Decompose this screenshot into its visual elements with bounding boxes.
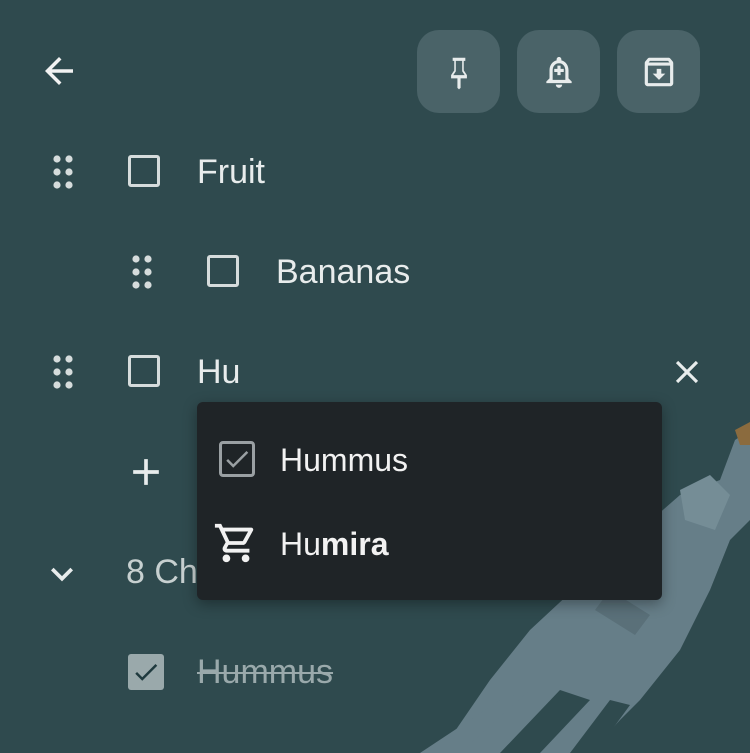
suggestion-rest: mira: [320, 526, 389, 562]
list-item-label[interactable]: Bananas: [276, 252, 410, 292]
add-reminder-bell-icon: [545, 56, 572, 88]
checkbox-checked-icon: [219, 441, 255, 477]
close-icon[interactable]: [668, 353, 706, 391]
check-icon: [135, 663, 158, 681]
suggestion-item[interactable]: Humira: [197, 502, 662, 582]
checked-item-label[interactable]: Hummus: [197, 652, 333, 692]
suggestion-rest: Hummus: [280, 442, 409, 478]
item-checkbox[interactable]: [207, 255, 239, 287]
drag-handle-icon[interactable]: [131, 254, 153, 290]
checked-item-checkbox[interactable]: [128, 654, 164, 690]
archive-icon: [644, 57, 673, 86]
pin-button[interactable]: [417, 30, 500, 113]
item-checkbox[interactable]: [128, 355, 160, 387]
checked-items-summary[interactable]: 8 Ch: [126, 552, 198, 592]
list-item-label[interactable]: Fruit: [197, 152, 265, 192]
plus-icon[interactable]: [124, 450, 168, 494]
cart-icon: [214, 523, 254, 563]
drag-handle-icon[interactable]: [52, 354, 74, 390]
back-arrow-icon[interactable]: [38, 50, 80, 92]
chevron-down-icon[interactable]: [40, 552, 84, 596]
suggestion-item[interactable]: Hummus: [197, 420, 662, 500]
archive-button[interactable]: [617, 30, 700, 113]
drag-handle-icon[interactable]: [52, 154, 74, 190]
add-reminder-button[interactable]: [517, 30, 600, 113]
list-item-input[interactable]: Hu: [197, 352, 240, 392]
suggestion-typed: Hu: [280, 526, 321, 562]
pin-icon: [450, 57, 467, 89]
suggestion-label: Humira: [280, 524, 389, 564]
suggestion-label: Hummus: [280, 440, 408, 480]
item-checkbox[interactable]: [128, 155, 160, 187]
autocomplete-popup: Hummus Humira: [197, 402, 662, 600]
